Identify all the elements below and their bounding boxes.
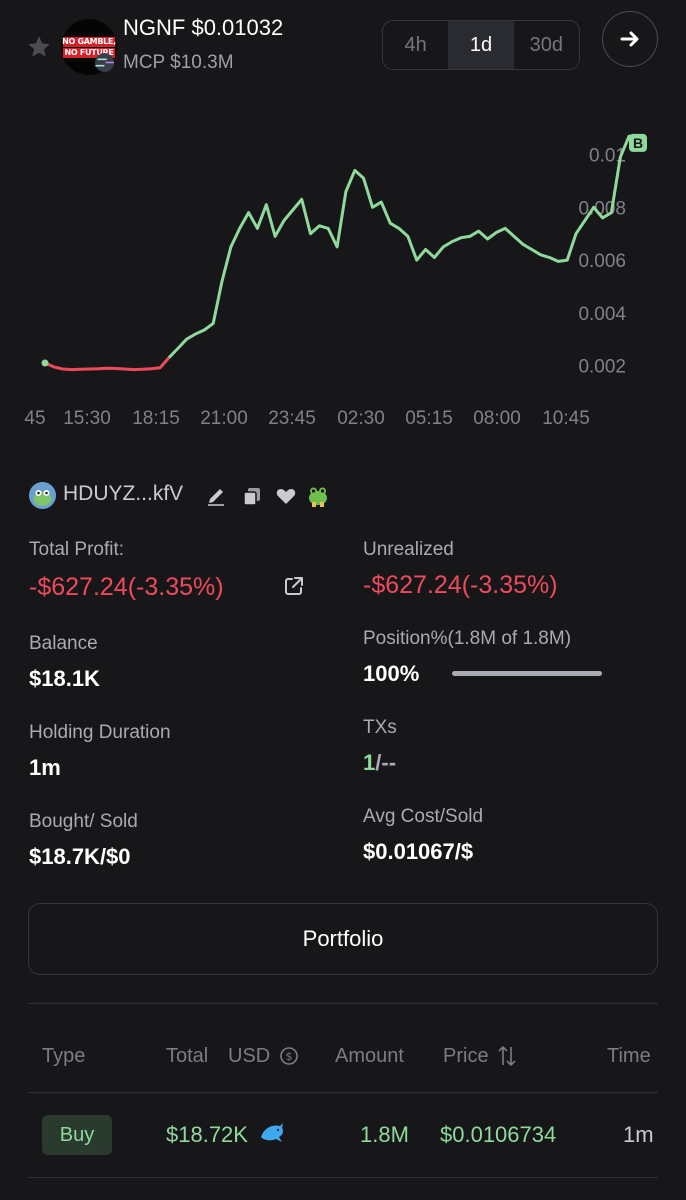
position-value: 100% (363, 661, 420, 686)
x-tick-label: 08:00 (473, 408, 521, 429)
tab-4h[interactable]: 4h (383, 21, 448, 69)
token-symbol: NGNF (123, 15, 186, 40)
market-cap: MCP $10.3M (123, 52, 234, 73)
avg-cost-label: Avg Cost/Sold (363, 806, 484, 827)
balance-label: Balance (29, 633, 98, 654)
col-total: Total (166, 1045, 209, 1067)
txs-label: TXs (363, 717, 397, 738)
row-amount: 1.8M (360, 1122, 409, 1147)
arrow-right-icon (620, 31, 639, 47)
txs-buys: 1 (363, 750, 376, 775)
timeframe-selector: 4h 1d 30d (382, 20, 580, 70)
copy-icon[interactable] (240, 484, 264, 508)
price-chart[interactable]: 0.010.0080.0060.0040.002 45 15:30 18:15 21:… (0, 95, 686, 435)
price-line-loss (44, 356, 171, 372)
wallet-avatar (29, 482, 56, 509)
bought-sold-label: Bought/ Sold (29, 811, 138, 832)
divider (28, 1092, 658, 1093)
currency-toggle-icon[interactable]: $ (279, 1046, 299, 1066)
sort-icon[interactable] (497, 1045, 517, 1067)
bought-sold-value: $18.7K/$0 (29, 844, 131, 869)
type-badge-buy: Buy (42, 1115, 112, 1155)
x-tick-label: 10:45 (542, 408, 590, 429)
start-point (41, 359, 49, 367)
star-icon[interactable] (26, 34, 52, 60)
x-tick-label: 05:15 (405, 408, 453, 429)
price-line-gain (167, 134, 638, 359)
divider (28, 1003, 658, 1004)
total-profit-label: Total Profit: (29, 539, 125, 560)
row-total: $18.72K (166, 1122, 248, 1147)
row-time: 1m (623, 1122, 654, 1147)
unrealized-label: Unrealized (363, 539, 454, 560)
col-price[interactable]: Price (443, 1045, 489, 1068)
buy-marker[interactable]: B (629, 133, 647, 152)
balance-value: $18.1K (29, 666, 100, 691)
tab-1d[interactable]: 1d (448, 21, 514, 69)
txs-sells: /-- (375, 750, 397, 775)
holding-duration-value: 1m (29, 755, 61, 780)
col-amount: Amount (335, 1045, 404, 1067)
buy-marker-label: B (633, 135, 643, 151)
portfolio-button[interactable]: Portfolio (28, 903, 658, 975)
position-label: Position%(1.8M of 1.8M) (363, 628, 572, 649)
y-tick-label: 0.004 (578, 304, 626, 325)
x-tick-label: 18:15 (132, 408, 180, 429)
y-tick-label: 0.006 (578, 251, 626, 272)
col-type: Type (42, 1045, 86, 1067)
unrealized-value: -$627.24(-3.35%) (363, 571, 558, 599)
x-tick-label: 23:45 (268, 408, 316, 429)
token-title: NGNF $0.01032 (123, 15, 283, 41)
avatar-text-1: NO GAMBLE, (62, 37, 116, 46)
row-price: $0.0106734 (440, 1122, 557, 1147)
col-usd[interactable]: USD (228, 1045, 270, 1068)
x-tick-label: 15:30 (63, 408, 111, 429)
total-profit-value: -$627.24(-3.35%) (29, 573, 224, 601)
go-button[interactable] (602, 11, 658, 67)
y-tick-label: 0.002 (578, 357, 626, 378)
wallet-name[interactable]: HDUYZ...kfV (63, 482, 183, 506)
external-link-icon[interactable] (282, 574, 306, 598)
frog-icon (309, 487, 327, 507)
tab-30d[interactable]: 30d (514, 21, 579, 69)
svg-text:$: $ (286, 1050, 293, 1063)
dolphin-icon (261, 1123, 283, 1142)
token-price: $0.01032 (191, 15, 284, 40)
position-bar (452, 671, 602, 676)
x-tick-label: 02:30 (337, 408, 385, 429)
txs-value: 1/-- (363, 750, 396, 776)
col-time: Time (607, 1045, 651, 1067)
x-tick-label: 45 (24, 408, 45, 429)
holding-duration-label: Holding Duration (29, 722, 171, 743)
heart-icon[interactable] (274, 484, 298, 508)
divider (28, 1177, 658, 1178)
avg-cost-value: $0.01067/$ (363, 839, 474, 864)
x-tick-label: 21:00 (200, 408, 248, 429)
edit-icon[interactable] (204, 484, 228, 508)
solana-icon (95, 53, 115, 72)
